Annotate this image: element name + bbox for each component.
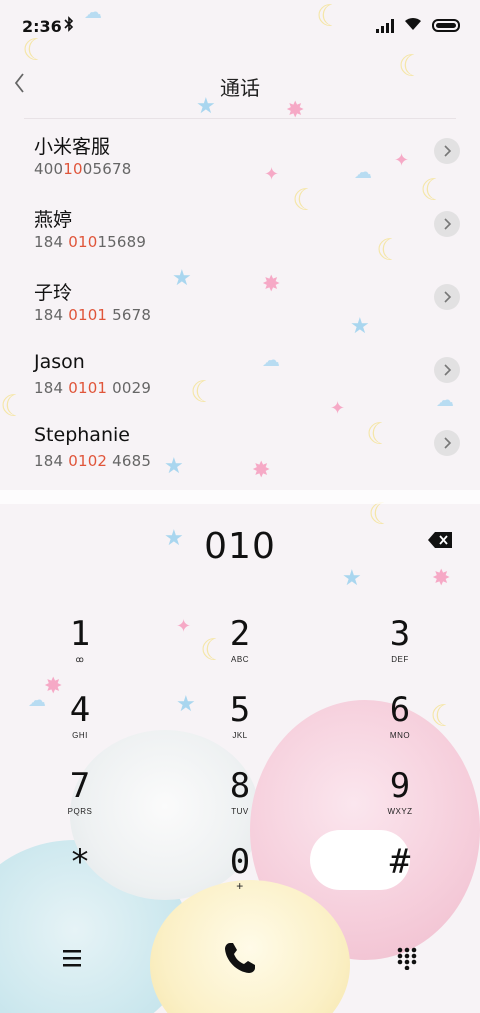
chevron-right-icon[interactable] — [434, 138, 460, 164]
key-4[interactable]: 4 GHI — [25, 691, 135, 755]
bottom-action-bar — [0, 938, 480, 982]
status-icons — [376, 16, 460, 35]
contact-number: 4001005678 — [34, 160, 131, 178]
contact-name: Stephanie — [34, 424, 130, 446]
list-item[interactable]: Stephanie 184 0102 4685 — [0, 412, 480, 485]
key-letters: WXYZ — [387, 807, 413, 816]
key-digit: 1 — [69, 614, 91, 654]
contact-number: 184 0102 4685 — [34, 452, 151, 470]
battery-icon — [432, 19, 460, 32]
key-8[interactable]: 8 TUV — [185, 767, 295, 831]
key-digit: 6 — [389, 690, 411, 730]
number-part: 184 — [34, 452, 69, 470]
dialed-number-display: 010 — [204, 526, 276, 567]
star-decoration: ✸ — [432, 566, 451, 591]
number-part: 4685 — [107, 452, 152, 470]
backspace-icon[interactable] — [428, 532, 452, 548]
phone-call-icon[interactable] — [222, 940, 258, 976]
key-letters: + — [236, 879, 244, 893]
key-letters: ABC — [231, 655, 249, 664]
dialpad-grid-icon[interactable] — [396, 946, 418, 971]
number-match: 010 — [68, 233, 98, 251]
status-bar: 2:36 — [0, 0, 480, 52]
contact-name: 燕婷 — [34, 209, 73, 231]
contact-number: 184 0101 5678 — [34, 306, 151, 324]
chevron-right-icon[interactable] — [434, 430, 460, 456]
list-item[interactable]: 小米客服 4001005678 — [0, 120, 480, 193]
contact-number: 184 0101 0029 — [34, 379, 151, 397]
wifi-icon — [404, 16, 422, 35]
number-part: 5678 — [107, 306, 152, 324]
key-2[interactable]: 2 ABC — [185, 615, 295, 679]
key-letters: GHI — [72, 731, 88, 740]
key-digit: 2 — [229, 614, 251, 654]
key-digit: # — [389, 842, 411, 882]
key-digit: 0 — [229, 842, 251, 882]
number-match: 0101 — [68, 379, 108, 397]
contact-name: 子玲 — [34, 282, 73, 304]
voicemail-icon: ꝏ — [75, 655, 85, 664]
key-digit: 9 — [389, 766, 411, 806]
number-part: 0029 — [107, 379, 152, 397]
chevron-right-icon[interactable] — [434, 211, 460, 237]
contact-list: 小米客服 4001005678 燕婷 184 01015689 子玲 184 0… — [0, 120, 480, 485]
key-digit: 7 — [69, 766, 91, 806]
key-digit: 5 — [229, 690, 251, 730]
list-item[interactable]: Jason 184 0101 0029 — [0, 339, 480, 412]
list-item[interactable]: 子玲 184 0101 5678 — [0, 266, 480, 339]
signal-icon — [376, 18, 394, 33]
contact-name: 小米客服 — [34, 136, 111, 158]
key-digit: 4 — [69, 690, 91, 730]
number-part: 05678 — [82, 160, 132, 178]
number-part: 400 — [34, 160, 64, 178]
contact-name: Jason — [34, 351, 85, 373]
key-9[interactable]: 9 WXYZ — [345, 767, 455, 831]
key-hash[interactable]: # — [345, 843, 455, 907]
key-letters: PQRS — [67, 807, 93, 816]
chevron-right-icon[interactable] — [434, 284, 460, 310]
star-decoration: ★ — [342, 566, 362, 591]
key-letters: TUV — [231, 807, 249, 816]
number-match: 10 — [63, 160, 83, 178]
key-7[interactable]: 7 PQRS — [25, 767, 135, 831]
key-star[interactable]: * — [25, 843, 135, 907]
chevron-right-icon[interactable] — [434, 357, 460, 383]
number-match: 0101 — [68, 306, 108, 324]
panel-divider — [0, 490, 480, 504]
key-digit: 8 — [229, 766, 251, 806]
key-6[interactable]: 6 MNO — [345, 691, 455, 755]
number-part: 184 — [34, 306, 69, 324]
contact-number: 184 01015689 — [34, 233, 146, 251]
key-letters: DEF — [391, 655, 409, 664]
number-part: 15689 — [97, 233, 147, 251]
page-title: 通话 — [220, 76, 260, 100]
number-match: 0102 — [68, 452, 108, 470]
key-digit: 3 — [389, 614, 411, 654]
number-part: 184 — [34, 379, 69, 397]
header: 通话 — [0, 58, 480, 112]
key-5[interactable]: 5 JKL — [185, 691, 295, 755]
key-3[interactable]: 3 DEF — [345, 615, 455, 679]
key-letters: JKL — [232, 731, 248, 740]
bluetooth-icon — [64, 16, 74, 36]
list-item[interactable]: 燕婷 184 01015689 — [0, 193, 480, 266]
number-part: 184 — [34, 233, 69, 251]
key-0[interactable]: 0 + — [185, 843, 295, 907]
menu-icon[interactable] — [60, 946, 86, 970]
key-digit: * — [69, 842, 91, 882]
key-letters: MNO — [389, 731, 411, 740]
key-1[interactable]: 1ꝏ — [25, 615, 135, 679]
header-divider — [24, 118, 456, 119]
status-time: 2:36 — [22, 17, 62, 36]
